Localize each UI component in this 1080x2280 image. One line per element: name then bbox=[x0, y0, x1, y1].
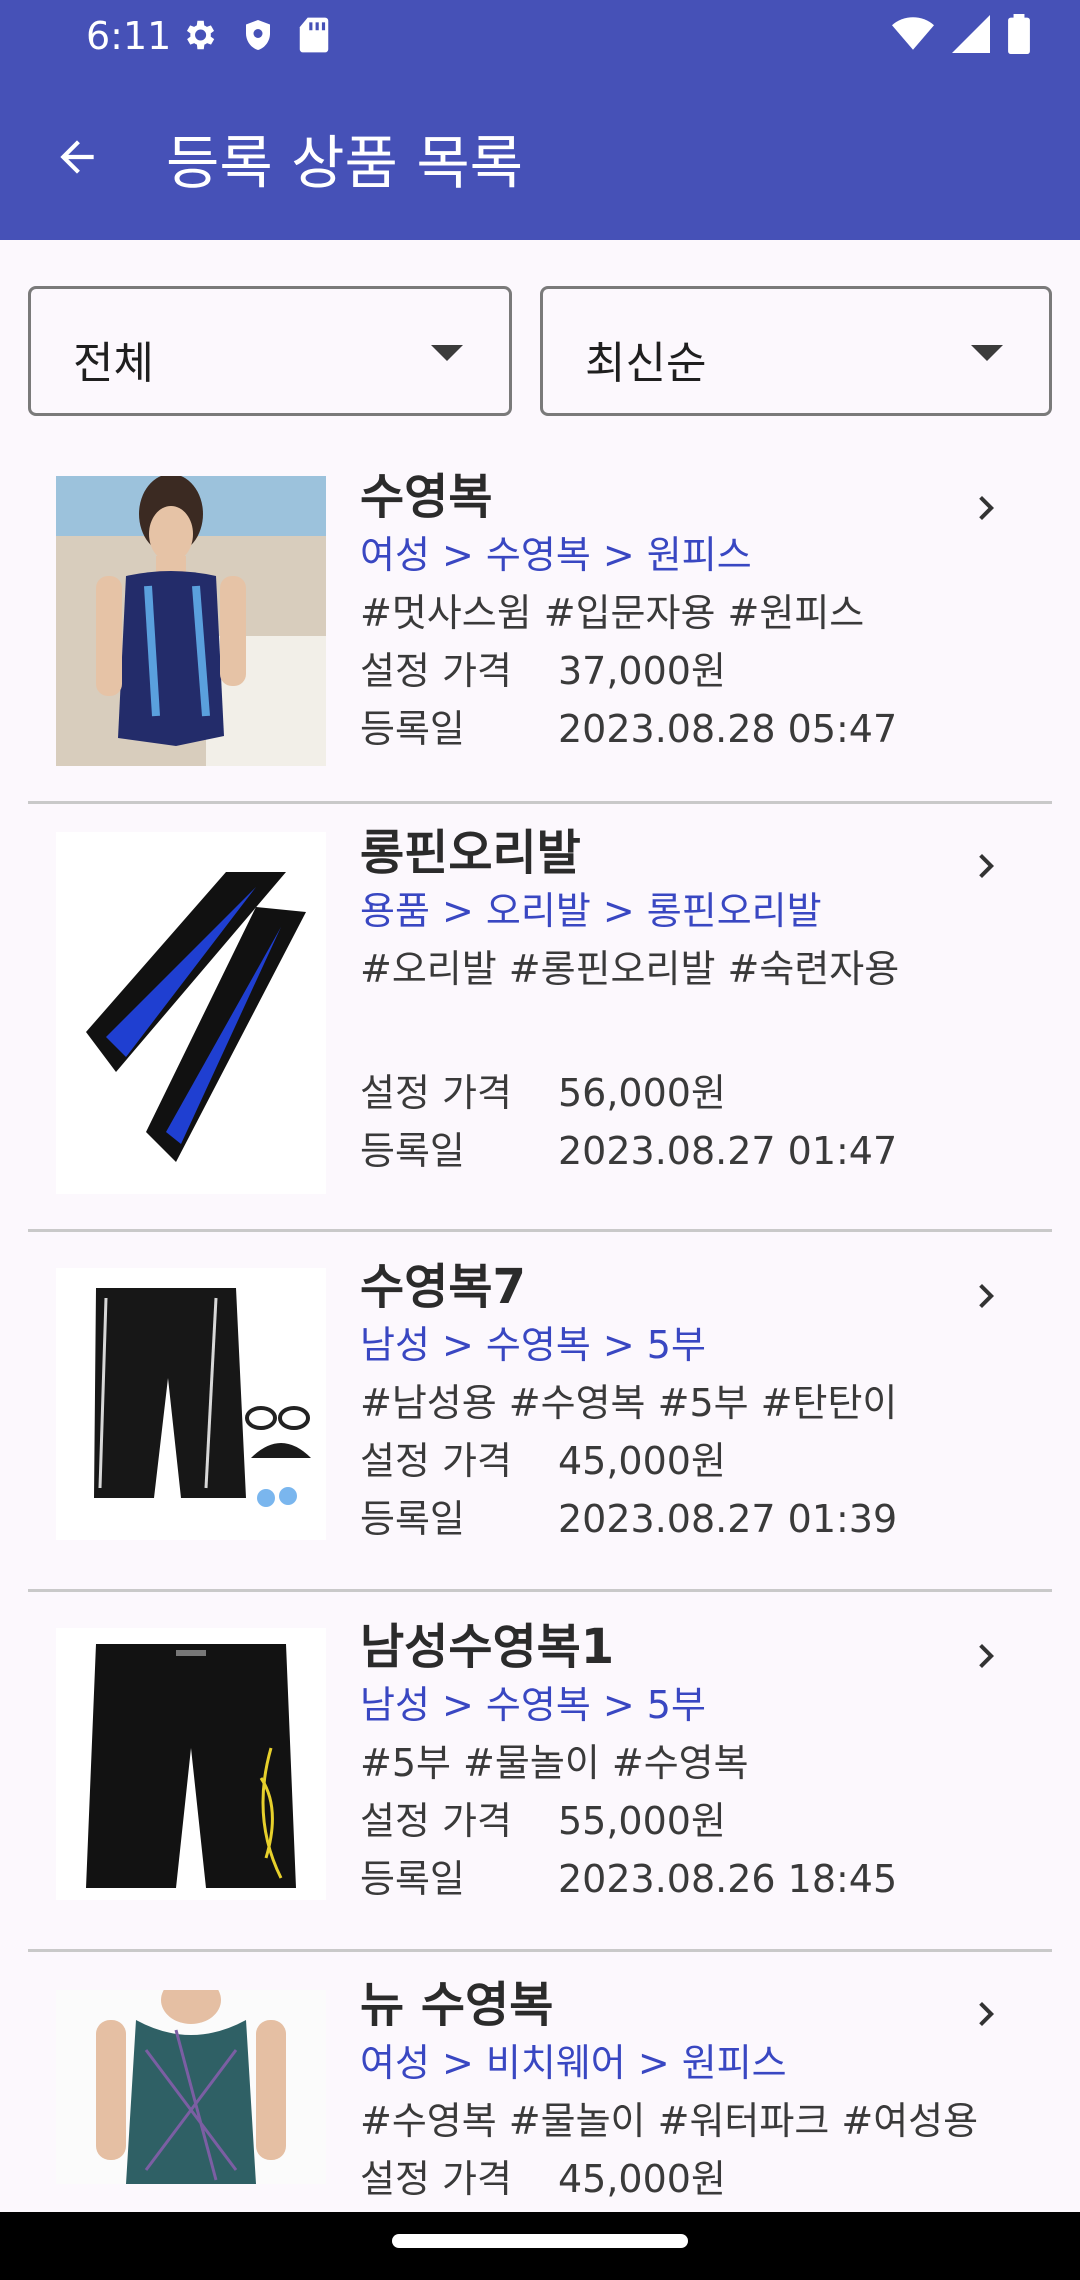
product-info: 수영복 여성 > 수영복 > 원피스 #멋사스윔 #입문자용 #원피스 설정 가… bbox=[360, 468, 1052, 758]
price-label: 설정 가격 bbox=[360, 2157, 512, 2201]
wifi-icon bbox=[892, 15, 934, 57]
date-value: 2023.08.27 01:47 bbox=[558, 1129, 898, 1173]
price-row: 설정 가격 37,000원 bbox=[360, 642, 1052, 700]
product-category: 남성 > 수영복 > 5부 bbox=[360, 1323, 706, 1367]
product-tags: #오리발 #롱핀오리발 #숙련자용 bbox=[360, 947, 900, 991]
chevron-right-icon[interactable] bbox=[962, 1632, 1010, 1680]
status-bar: 6:11 bbox=[0, 0, 1080, 72]
chevron-right-icon[interactable] bbox=[962, 842, 1010, 890]
page-title: 등록 상품 목록 bbox=[166, 129, 524, 197]
product-category: 여성 > 비치웨어 > 원피스 bbox=[360, 2041, 787, 2085]
price-row: 설정 가격 56,000원 bbox=[360, 1064, 1052, 1122]
chevron-right-icon[interactable] bbox=[962, 1990, 1010, 2038]
back-button[interactable] bbox=[40, 122, 114, 196]
sort-dropdown[interactable]: 최신순 bbox=[540, 286, 1052, 416]
date-label: 등록일 bbox=[360, 1857, 465, 1901]
price-label: 설정 가격 bbox=[360, 1439, 512, 1483]
product-list-item[interactable]: 남성수영복1 남성 > 수영복 > 5부 #5부 #물놀이 #수영복 설정 가격… bbox=[28, 1592, 1052, 1952]
price-row: 설정 가격 45,000원 bbox=[360, 2150, 1052, 2208]
product-category: 여성 > 수영복 > 원피스 bbox=[360, 533, 752, 577]
date-value: 2023.08.28 05:47 bbox=[558, 707, 898, 751]
product-name: 뉴 수영복 bbox=[360, 1977, 554, 2033]
price-value: 45,000원 bbox=[558, 1439, 726, 1483]
product-image-new-swimsuit bbox=[56, 1990, 326, 2184]
product-name: 롱핀오리발 bbox=[360, 825, 581, 881]
category-dropdown-value: 전체 bbox=[73, 338, 154, 389]
battery-icon bbox=[1008, 14, 1030, 58]
date-value: 2023.08.26 18:45 bbox=[558, 1857, 898, 1901]
price-value: 56,000원 bbox=[558, 1071, 726, 1115]
date-row: 등록일 2023.08.27 01:47 bbox=[360, 1122, 1052, 1180]
arrow-back-icon bbox=[52, 132, 102, 186]
product-info: 뉴 수영복 여성 > 비치웨어 > 원피스 #수영복 #물놀이 #워터파크 #여… bbox=[360, 1976, 1052, 2208]
date-value: 2023.08.27 01:39 bbox=[558, 1497, 898, 1541]
chevron-right-icon[interactable] bbox=[962, 1272, 1010, 1320]
filter-row: 전체 최신순 bbox=[28, 286, 1052, 416]
product-info: 남성수영복1 남성 > 수영복 > 5부 #5부 #물놀이 #수영복 설정 가격… bbox=[360, 1618, 1052, 1908]
price-value: 55,000원 bbox=[558, 1799, 726, 1843]
app-bar: 등록 상품 목록 bbox=[0, 72, 1080, 240]
product-list-item[interactable]: 수영복7 남성 > 수영복 > 5부 #남성용 #수영복 #5부 #탄탄이 설정… bbox=[28, 1232, 1052, 1592]
product-tags: #5부 #물놀이 #수영복 bbox=[360, 1741, 749, 1785]
product-info: 롱핀오리발 용품 > 오리발 > 롱핀오리발 #오리발 #롱핀오리발 #숙련자용… bbox=[360, 824, 1052, 1180]
shield-icon bbox=[240, 16, 276, 58]
home-gesture-handle[interactable] bbox=[392, 2234, 688, 2248]
product-category: 용품 > 오리발 > 롱핀오리발 bbox=[360, 889, 822, 933]
product-list-item[interactable]: 수영복 여성 > 수영복 > 원피스 #멋사스윔 #입문자용 #원피스 설정 가… bbox=[28, 440, 1052, 804]
price-row: 설정 가격 55,000원 bbox=[360, 1792, 1052, 1850]
price-row: 설정 가격 45,000원 bbox=[360, 1432, 1052, 1490]
product-image-men-swimsuit bbox=[56, 1628, 326, 1900]
cell-signal-icon bbox=[952, 15, 990, 57]
product-tags: #남성용 #수영복 #5부 #탄탄이 bbox=[360, 1381, 898, 1425]
settings-icon bbox=[180, 16, 218, 58]
price-label: 설정 가격 bbox=[360, 1799, 512, 1843]
chevron-right-icon[interactable] bbox=[962, 484, 1010, 532]
status-time: 6:11 bbox=[86, 14, 172, 58]
category-dropdown[interactable]: 전체 bbox=[28, 286, 512, 416]
price-value: 37,000원 bbox=[558, 649, 726, 693]
system-nav-bar bbox=[0, 2212, 1080, 2280]
date-label: 등록일 bbox=[360, 1497, 465, 1541]
product-name: 남성수영복1 bbox=[360, 1619, 615, 1675]
date-label: 등록일 bbox=[360, 707, 465, 751]
product-tags: #수영복 #물놀이 #워터파크 #여성용 bbox=[360, 2099, 979, 2143]
product-image-fins bbox=[56, 832, 326, 1194]
date-row: 등록일 2023.08.27 01:39 bbox=[360, 1490, 1052, 1548]
product-category: 남성 > 수영복 > 5부 bbox=[360, 1683, 706, 1727]
product-info: 수영복7 남성 > 수영복 > 5부 #남성용 #수영복 #5부 #탄탄이 설정… bbox=[360, 1258, 1052, 1548]
sort-dropdown-value: 최신순 bbox=[585, 338, 707, 389]
date-label: 등록일 bbox=[360, 1129, 465, 1173]
price-value: 45,000원 bbox=[558, 2157, 726, 2201]
product-list-item[interactable]: 롱핀오리발 용품 > 오리발 > 롱핀오리발 #오리발 #롱핀오리발 #숙련자용… bbox=[28, 804, 1052, 1232]
dropdown-arrow-icon bbox=[971, 345, 1003, 361]
date-row: 등록일 2023.08.26 18:45 bbox=[360, 1850, 1052, 1908]
price-label: 설정 가격 bbox=[360, 1071, 512, 1115]
product-tags: #멋사스윔 #입문자용 #원피스 bbox=[360, 591, 865, 635]
product-list-item[interactable]: 뉴 수영복 여성 > 비치웨어 > 원피스 #수영복 #물놀이 #워터파크 #여… bbox=[28, 1952, 1052, 2212]
price-label: 설정 가격 bbox=[360, 649, 512, 693]
product-name: 수영복 bbox=[360, 469, 493, 525]
product-name: 수영복7 bbox=[360, 1259, 526, 1315]
dropdown-arrow-icon bbox=[431, 345, 463, 361]
date-row: 등록일 2023.08.28 05:47 bbox=[360, 700, 1052, 758]
product-image-jammer bbox=[56, 1268, 326, 1540]
sd-card-icon bbox=[298, 16, 330, 58]
product-image-swimsuit bbox=[56, 476, 326, 766]
